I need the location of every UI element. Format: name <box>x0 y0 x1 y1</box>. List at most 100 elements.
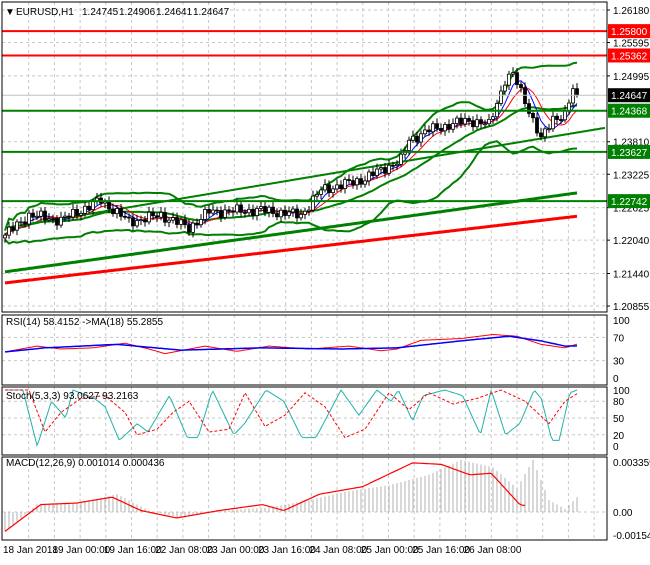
time-label: 22 Jan 08:00 <box>155 545 213 556</box>
candle-body <box>291 208 295 213</box>
candle-body <box>559 119 563 121</box>
candle-body <box>19 221 23 224</box>
candle-body <box>303 210 307 215</box>
level-label: 1.25362 <box>611 51 648 62</box>
candle-body <box>127 216 131 219</box>
level-label: 1.22742 <box>611 197 648 208</box>
candle-body <box>23 221 27 225</box>
candle-body <box>287 211 291 216</box>
candle-body <box>307 209 311 212</box>
price-tick-label: 1.20855 <box>613 302 650 313</box>
candle-body <box>427 129 431 133</box>
candle-body <box>503 84 507 92</box>
rsi-tick-label: 0 <box>613 374 619 385</box>
candle-body <box>379 167 383 170</box>
ohlc-high: 1.24906 <box>119 7 156 18</box>
candle-body <box>555 115 559 120</box>
candle-body <box>451 123 455 130</box>
candle-body <box>507 73 511 86</box>
candle-body <box>367 171 371 182</box>
collapse-icon[interactable]: ▼ <box>5 7 15 18</box>
candle-body <box>159 212 163 218</box>
macd-title: MACD(12,26,9) 0.001014 0.000436 <box>6 458 165 469</box>
candle-body <box>499 90 503 104</box>
rsi-ma-line <box>4 335 578 353</box>
candle-body <box>135 220 139 227</box>
candle-body <box>155 215 159 218</box>
candle-body <box>163 212 167 223</box>
candle-body <box>475 119 479 128</box>
candle-body <box>359 178 363 185</box>
candle-body <box>131 217 135 227</box>
candle-body <box>315 194 319 197</box>
candle-body <box>107 200 111 210</box>
candle-body <box>147 211 151 223</box>
candle-body <box>327 184 331 194</box>
time-label: 26 Jan 08:00 <box>464 545 522 556</box>
candle-body <box>267 206 271 213</box>
rsi-tick-label: 100 <box>613 316 630 327</box>
candle-body <box>231 210 235 213</box>
candle-body <box>339 184 343 189</box>
candle-body <box>39 210 43 217</box>
candle-body <box>119 208 123 217</box>
panel-frame <box>1 456 608 541</box>
price-tick-label: 1.25595 <box>613 39 650 50</box>
candle-body <box>371 171 375 176</box>
candle-body <box>27 212 31 225</box>
candle-body <box>3 234 7 239</box>
candle-body <box>551 115 555 130</box>
time-label: 23 Jan 16:00 <box>258 545 316 556</box>
candle-body <box>279 209 283 218</box>
candle-body <box>467 118 471 122</box>
candle-body <box>47 218 51 221</box>
time-label: 23 Jan 00:00 <box>207 545 265 556</box>
candle-body <box>331 188 335 194</box>
candle-body <box>235 204 239 213</box>
candle-body <box>459 117 463 125</box>
candle-body <box>407 139 411 151</box>
candle-body <box>67 215 71 218</box>
candle-body <box>463 118 467 125</box>
candle-body <box>203 209 207 220</box>
candle-body <box>7 226 11 236</box>
candle-body <box>543 128 547 138</box>
candle-body <box>143 219 147 223</box>
candle-body <box>35 215 39 218</box>
candle-body <box>247 208 251 214</box>
candle-body <box>11 226 15 231</box>
candle-body <box>59 216 63 226</box>
chart-title: EURUSD,H1 <box>16 7 74 18</box>
candle-body <box>471 120 475 128</box>
candle-body <box>375 168 379 176</box>
candle-body <box>431 123 435 133</box>
candle-body <box>123 215 127 218</box>
candle-body <box>519 84 523 88</box>
candle-body <box>215 209 219 212</box>
candle-body <box>91 200 95 211</box>
candle-body <box>111 208 115 215</box>
candle-body <box>87 205 91 211</box>
candle-body <box>255 208 259 216</box>
candle-body <box>527 103 531 114</box>
time-label: 25 Jan 16:00 <box>412 545 470 556</box>
candle-body <box>71 209 75 218</box>
stoch-tick-label: 100 <box>613 386 630 397</box>
candle-body <box>167 219 171 223</box>
candle-body <box>75 209 79 216</box>
candle-body <box>195 222 199 226</box>
candle-body <box>299 213 303 219</box>
candle-body <box>83 205 87 214</box>
candle-body <box>435 123 439 129</box>
candle-body <box>491 116 495 120</box>
candle-body <box>171 217 175 221</box>
candle-body <box>183 219 187 226</box>
stoch-tick-label: 0 <box>613 442 619 453</box>
candle-body <box>63 215 67 218</box>
candle-body <box>399 153 403 165</box>
candle-body <box>43 210 47 221</box>
level-label: 1.25800 <box>611 27 648 38</box>
time-label: 18 Jan 2018 <box>3 545 58 556</box>
candle-body <box>479 119 483 125</box>
current-price-label: 1.24647 <box>611 91 648 102</box>
